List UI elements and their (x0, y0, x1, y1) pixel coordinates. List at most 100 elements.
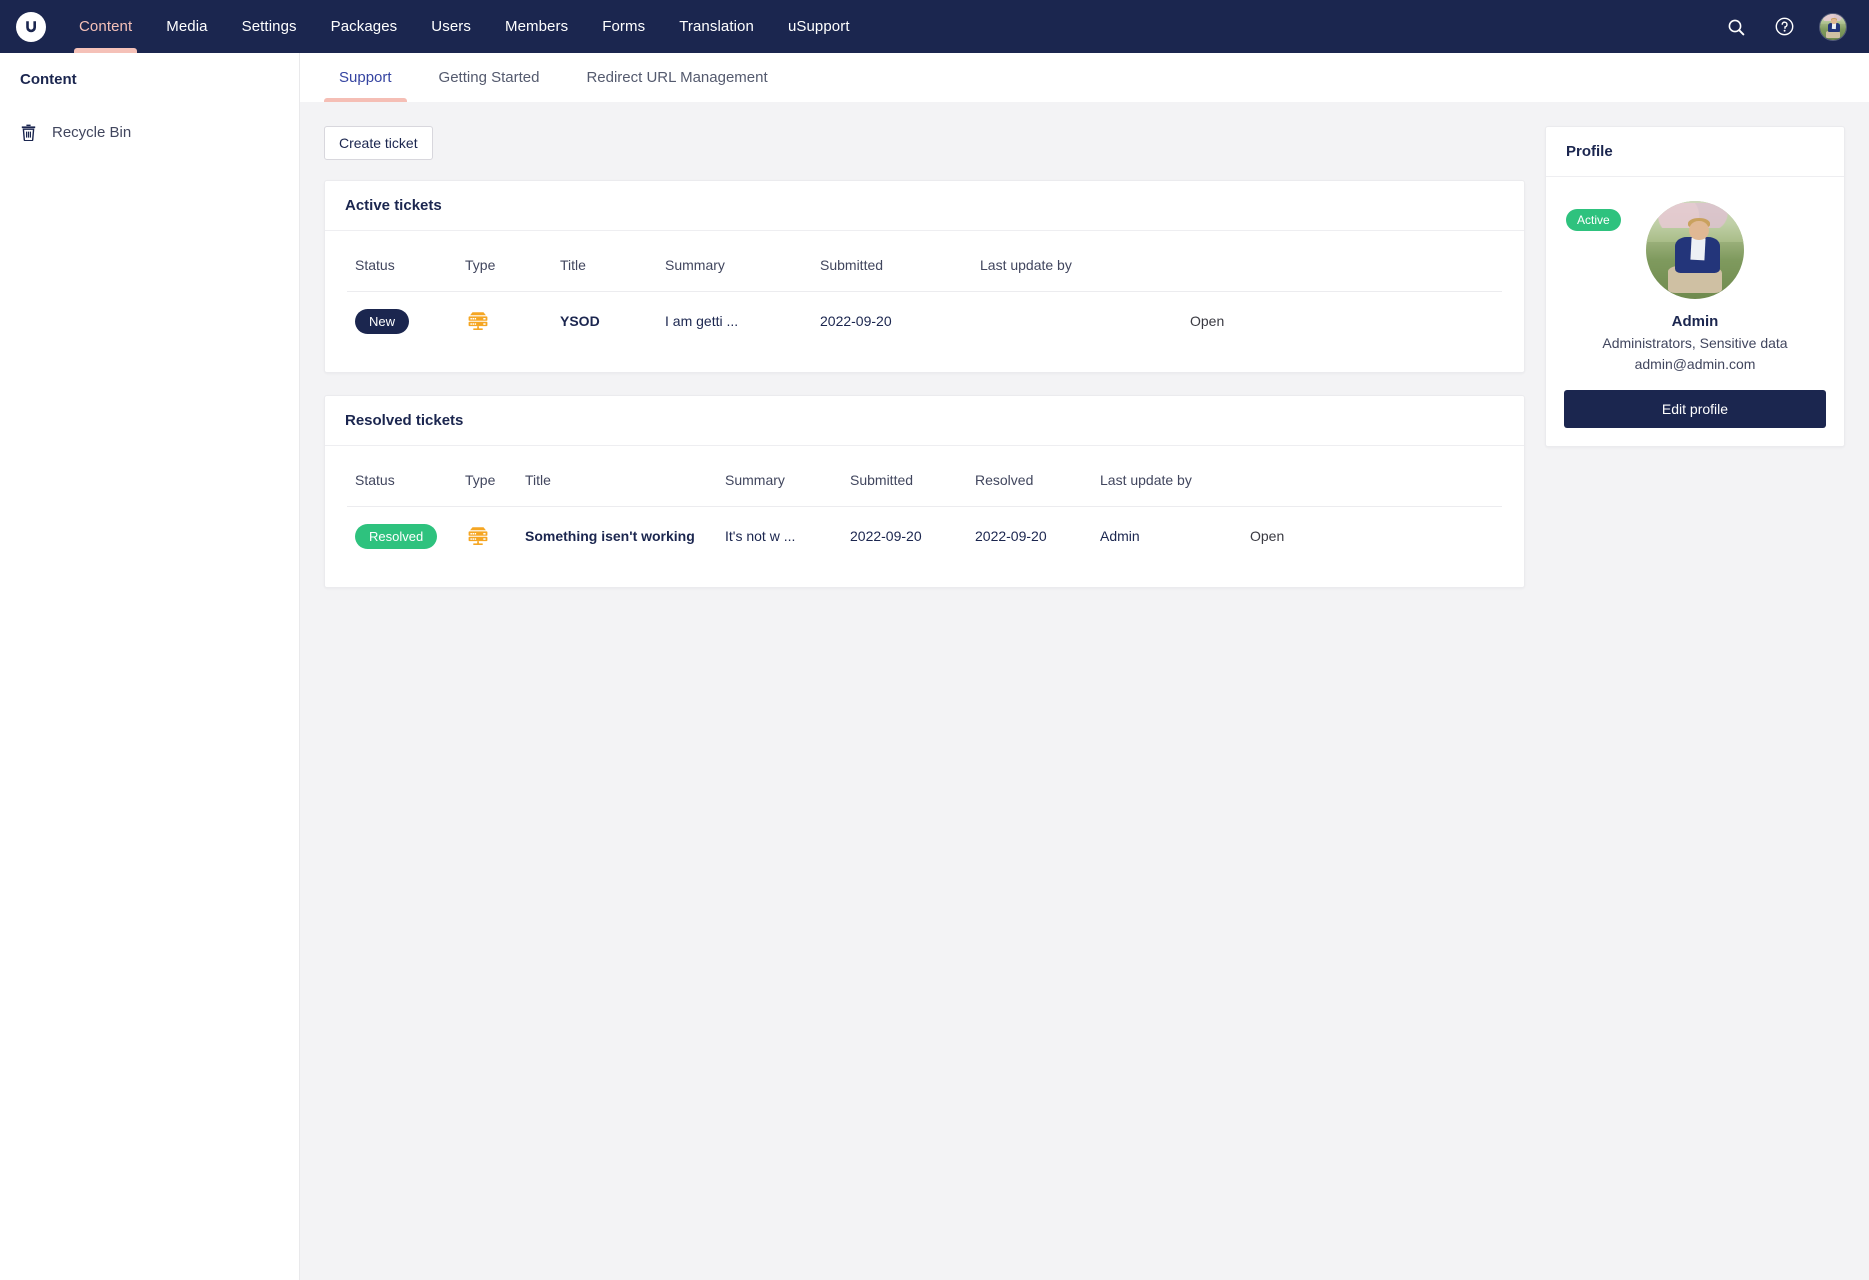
table-header-row: Status Type Title Summary Submitted Reso… (347, 452, 1502, 507)
column-header-action (1242, 452, 1502, 507)
cell-type (457, 292, 552, 351)
profile-body: Active Admin Administrators, Sensitive d… (1546, 177, 1844, 446)
column-header-title: Title (517, 452, 717, 507)
umbraco-logo-button[interactable] (0, 0, 62, 53)
resolved-tickets-body: Status Type Title Summary Submitted Reso… (325, 446, 1524, 587)
sub-navigation-tabs: Support Getting Started Redirect URL Man… (300, 53, 1869, 102)
profile-groups: Administrators, Sensitive data (1602, 335, 1788, 351)
profile-avatar-photo (1646, 201, 1744, 299)
nav-item-media[interactable]: Media (149, 0, 224, 53)
sidebar-item-label: Recycle Bin (52, 124, 132, 141)
help-icon[interactable] (1771, 14, 1797, 40)
column-header-submitted: Submitted (812, 237, 972, 292)
server-rack-icon (468, 312, 488, 330)
profile-column: Profile Active Admin Administrators, Sen… (1545, 126, 1845, 469)
nav-item-label: Translation (679, 18, 754, 35)
cell-submitted: 2022-09-20 (820, 313, 892, 329)
avatar-photo (1820, 13, 1846, 40)
cell-status: New (347, 292, 457, 351)
tab-support[interactable]: Support (324, 53, 407, 102)
column-header-summary: Summary (657, 237, 812, 292)
nav-item-label: Users (431, 18, 471, 35)
nav-item-usupport[interactable]: uSupport (771, 0, 867, 53)
tickets-column: Create ticket Active tickets Status Type… (324, 126, 1525, 610)
avatar[interactable] (1819, 12, 1847, 41)
column-header-last-update-by: Last update by (972, 237, 1182, 292)
cell-last-update-by: Admin (1100, 528, 1140, 544)
trash-icon (20, 124, 36, 141)
tab-label: Getting Started (438, 69, 540, 86)
tab-label: Support (339, 69, 392, 86)
nav-item-label: Settings (241, 18, 297, 35)
main-nav-items: Content Media Settings Packages Users Me… (62, 0, 867, 53)
cell-title: Something isen't working (525, 528, 695, 544)
sidebar-title: Content (20, 71, 77, 88)
column-header-summary: Summary (717, 452, 842, 507)
top-nav-actions (1723, 0, 1869, 53)
create-ticket-button[interactable]: Create ticket (324, 126, 433, 160)
nav-item-label: Packages (330, 18, 398, 35)
nav-item-label: Members (504, 18, 569, 35)
nav-item-forms[interactable]: Forms (585, 0, 662, 53)
cell-submitted: 2022-09-20 (850, 528, 922, 544)
app-shell: Content Recycle Bin Support Getting Star… (0, 53, 1869, 1280)
table-row[interactable]: New YSOD I am getti ... 2022-09-20 Open (347, 292, 1502, 351)
profile-panel: Profile Active Admin Administrators, Sen… (1545, 126, 1845, 447)
content-tree-sidebar: Content Recycle Bin (0, 53, 300, 1280)
tab-label: Redirect URL Management (586, 69, 768, 86)
sidebar-item-recycle-bin[interactable]: Recycle Bin (0, 118, 299, 147)
cell-action: Open (1242, 507, 1502, 566)
nav-item-settings[interactable]: Settings (225, 0, 314, 53)
column-header-submitted: Submitted (842, 452, 967, 507)
tab-getting-started[interactable]: Getting Started (424, 53, 555, 102)
profile-avatar (1646, 201, 1744, 299)
resolved-tickets-panel: Resolved tickets Status Type Title Summa… (324, 395, 1525, 588)
cell-summary: It's not w ... (725, 528, 796, 544)
profile-title: Profile (1546, 127, 1844, 177)
profile-email: admin@admin.com (1634, 356, 1756, 372)
resolved-tickets-table: Status Type Title Summary Submitted Reso… (347, 452, 1502, 565)
search-icon[interactable] (1723, 14, 1749, 40)
content-area: Create ticket Active tickets Status Type… (300, 102, 1869, 1280)
table-header-row: Status Type Title Summary Submitted Last… (347, 237, 1502, 292)
column-header-action (1182, 237, 1502, 292)
active-tickets-title: Active tickets (325, 181, 1524, 231)
nav-item-label: uSupport (787, 18, 850, 35)
top-navigation-bar: Content Media Settings Packages Users Me… (0, 0, 1869, 53)
nav-item-label: Media (166, 18, 208, 35)
nav-item-users[interactable]: Users (414, 0, 488, 53)
cell-resolved: 2022-09-20 (975, 528, 1047, 544)
profile-name: Admin (1671, 313, 1719, 330)
cell-type (457, 507, 517, 566)
server-rack-icon (468, 527, 488, 545)
active-tickets-table: Status Type Title Summary Submitted Last… (347, 237, 1502, 350)
nav-item-members[interactable]: Members (488, 0, 585, 53)
column-header-status: Status (347, 452, 457, 507)
open-ticket-link[interactable]: Open (1190, 313, 1224, 329)
status-badge: Resolved (355, 523, 438, 549)
column-header-status: Status (347, 237, 457, 292)
column-header-type: Type (457, 452, 517, 507)
tab-redirect-url-management[interactable]: Redirect URL Management (571, 53, 782, 102)
column-header-type: Type (457, 237, 552, 292)
cell-status: Resolved (347, 507, 457, 566)
column-header-title: Title (552, 237, 657, 292)
nav-item-label: Content (79, 18, 133, 35)
cell-action: Open (1182, 292, 1502, 351)
nav-item-content[interactable]: Content (62, 0, 149, 53)
nav-item-label: Forms (602, 18, 646, 35)
profile-status-badge: Active (1566, 209, 1621, 231)
nav-item-packages[interactable]: Packages (314, 0, 415, 53)
edit-profile-button[interactable]: Edit profile (1564, 390, 1826, 428)
table-row[interactable]: Resolved Something isen't working It's n… (347, 507, 1502, 566)
active-tickets-body: Status Type Title Summary Submitted Last… (325, 231, 1524, 372)
open-ticket-link[interactable]: Open (1250, 528, 1284, 544)
nav-item-translation[interactable]: Translation (662, 0, 771, 53)
status-badge: New (355, 308, 410, 334)
column-header-resolved: Resolved (967, 452, 1092, 507)
umbraco-logo-icon (16, 11, 46, 42)
cell-last-update-by (972, 292, 1182, 351)
cell-summary: I am getti ... (665, 313, 739, 329)
main-content: Support Getting Started Redirect URL Man… (300, 53, 1869, 1280)
resolved-tickets-title: Resolved tickets (325, 396, 1524, 446)
